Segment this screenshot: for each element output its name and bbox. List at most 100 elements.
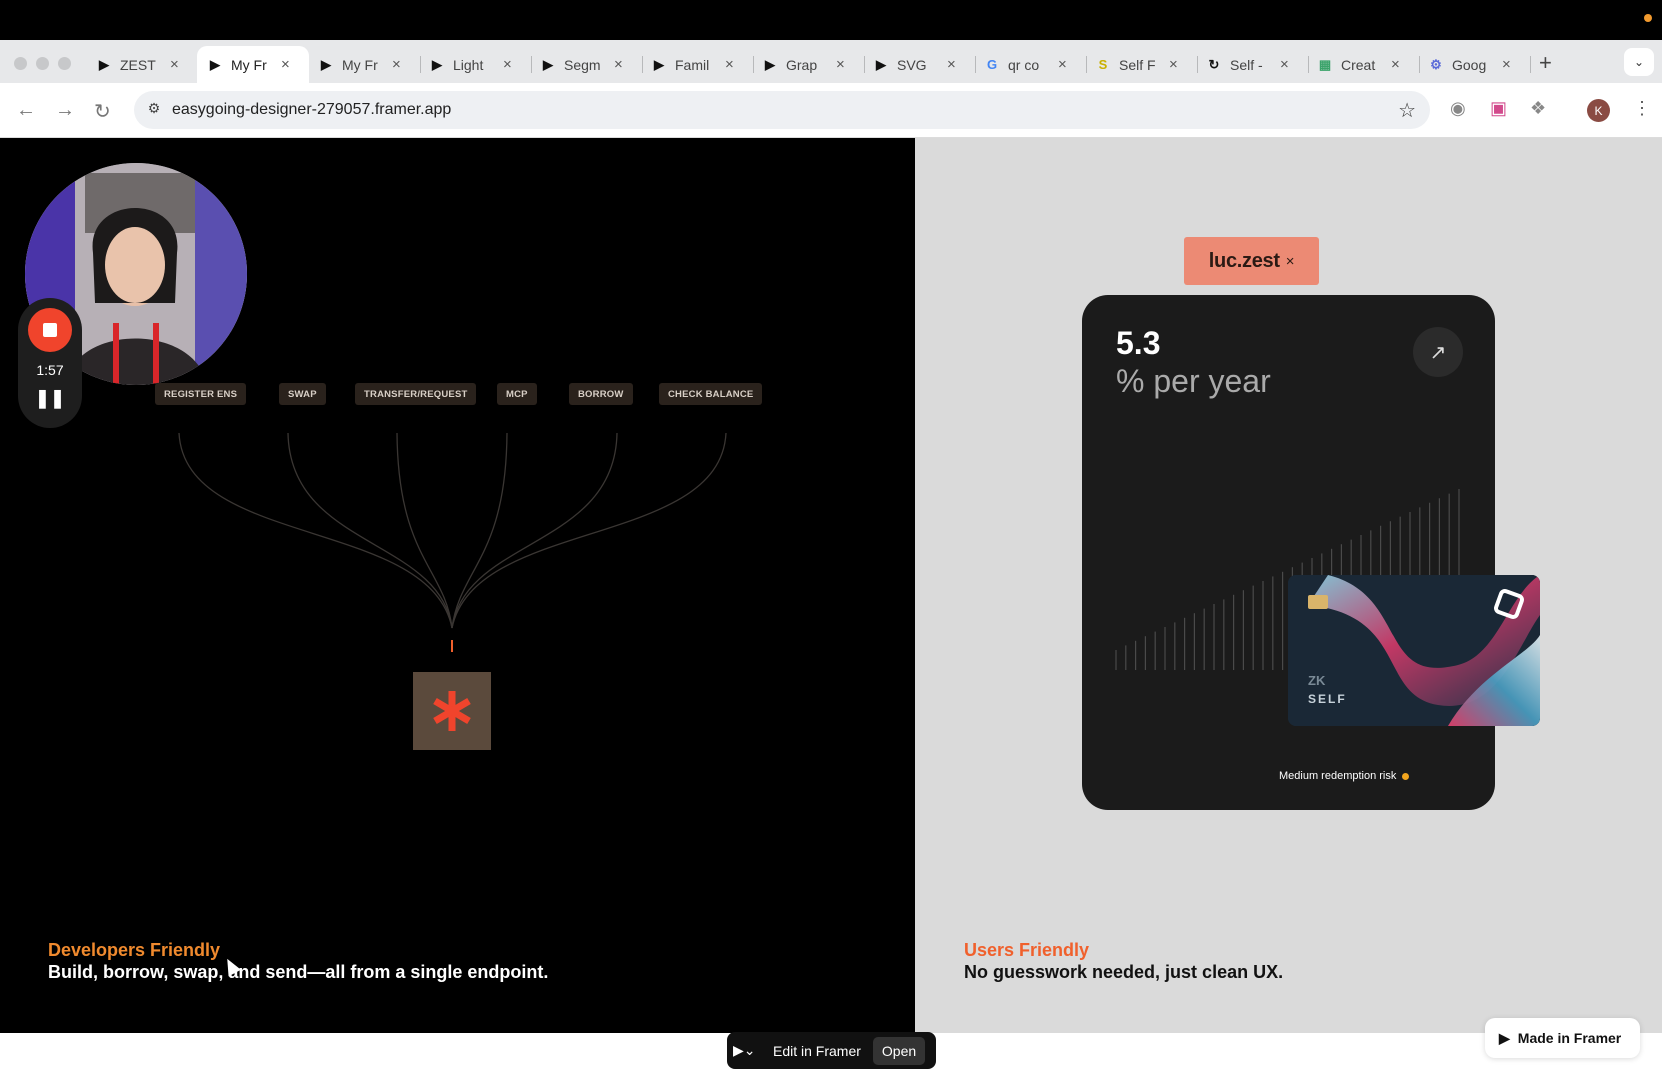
back-button[interactable]: ← [16,99,36,122]
close-tab-icon[interactable]: × [503,56,512,73]
address-bar[interactable]: ⚙ easygoing-designer-279057.framer.app ☆ [134,91,1430,129]
extensions-puzzle-icon[interactable]: ❖ [1530,98,1546,119]
framer-icon: ▶ [654,56,664,72]
close-tab-icon[interactable]: × [725,56,734,73]
browser-tab[interactable]: ▶ Light × [419,46,532,83]
tab-label: Goog [1452,56,1487,73]
users-panel: luc.zest × 5.3 % per year ↗ Medium redem… [915,138,1662,1033]
framer-icon: ▶ [321,56,331,72]
tab-search-button[interactable]: ⌄ [1624,48,1654,76]
action-pill-register-ens[interactable]: REGISTER ENS [155,383,247,405]
close-tab-icon[interactable]: × [614,56,623,73]
browser-tab[interactable]: S Self F × [1085,46,1198,83]
browser-tab[interactable]: ▶ SVG × [863,46,976,83]
close-tab-icon[interactable]: × [1502,56,1511,73]
bookmark-star-icon[interactable]: ☆ [1398,98,1416,123]
recording-controls: 1:57 ❚❚ [18,298,82,428]
action-pill-borrow[interactable]: BORROW [569,383,633,405]
self-yellow-icon: S [1098,57,1108,72]
site-info-icon[interactable]: ⚙ [144,100,164,120]
browser-menu-icon[interactable]: ⋮ [1633,98,1651,119]
close-tab-icon[interactable]: × [1391,56,1400,73]
connector-swap [287,432,453,629]
ens-name-tag[interactable]: luc.zest × [1184,237,1319,285]
browser-tab[interactable]: ▶ Segm × [530,46,643,83]
minimize-window-button[interactable] [36,57,49,70]
zest-asterisk-logo [413,672,491,750]
close-tab-icon[interactable]: × [170,56,179,73]
browser-tab[interactable]: ↻ Self - × [1196,46,1309,83]
action-pill-check-balance[interactable]: CHECK BALANCE [659,383,763,405]
close-tab-icon[interactable]: × [836,56,845,73]
framer-logo-icon: ▶ [1499,1029,1510,1046]
action-pill-swap[interactable]: SWAP [279,383,326,405]
camera-icon[interactable]: ◉ [1450,98,1466,119]
browser-tab[interactable]: ▶ Famil × [641,46,754,83]
tab-label: SVG [897,56,927,73]
tag-close-icon[interactable]: × [1286,253,1295,270]
developers-caption-body: Build, borrow, swap, and send—all from a… [48,962,549,982]
close-window-button[interactable] [14,57,27,70]
risk-status-dot [1402,772,1410,780]
reload-button[interactable]: ↻ [94,99,111,124]
connector-mcp [451,432,508,629]
tab-label: Self - [1230,56,1263,73]
close-tab-icon[interactable]: × [1169,56,1178,73]
action-pill-mcp[interactable]: MCP [497,383,537,405]
tab-label: Light [453,56,484,73]
browser-toolbar: ← → ↻ ⚙ easygoing-designer-279057.framer… [0,83,1662,138]
framer-icon: ▶ [432,56,442,72]
close-tab-icon[interactable]: × [1058,56,1067,73]
made-in-framer-label: Made in Framer [1517,1030,1622,1046]
profile-avatar[interactable]: K [1587,99,1610,122]
self-icon: ↻ [1208,56,1220,72]
gear-icon: ⚙ [1430,56,1442,72]
users-caption-title: Users Friendly [964,940,1090,960]
new-tab-button[interactable]: + [1539,50,1552,76]
tab-label: Famil [675,56,710,73]
redemption-risk-label: Medium redemption risk [1279,770,1410,782]
figma-extension-icon[interactable]: ▣ [1490,98,1507,119]
maximize-window-button[interactable] [58,57,71,70]
tab-label: My Fr [231,56,267,73]
close-tab-icon[interactable]: × [281,56,290,73]
tab-label: Grap [786,56,818,73]
window-controls[interactable] [14,57,71,70]
framer-icon: ▶ [210,56,220,72]
qr-icon: ▦ [1318,56,1332,72]
browser-tab[interactable]: ⚙ Goog × [1418,46,1531,83]
framer-logo-icon[interactable]: ▶⌄ [733,1042,765,1059]
close-tab-icon[interactable]: × [947,56,956,73]
browser-tab[interactable]: ▦ Creat × [1307,46,1420,83]
developers-caption-title: Developers Friendly [48,940,221,960]
open-button[interactable]: Open [872,1036,926,1065]
connector-check-balance [451,432,727,629]
tab-label: qr co [1008,56,1040,73]
framer-icon: ▶ [765,56,775,72]
browser-tab[interactable]: ▶ Grap × [752,46,865,83]
tab-label: ZEST [120,56,156,73]
url-text: easygoing-designer-279057.framer.app [172,101,452,118]
browser-tab[interactable]: ▶ My Fr × [197,46,309,83]
close-tab-icon[interactable]: × [392,56,401,73]
close-tab-icon[interactable]: × [1280,56,1289,73]
forward-button[interactable]: → [55,99,75,122]
action-pill-transfer-request[interactable]: TRANSFER/REQUEST [355,383,477,405]
made-in-framer-badge[interactable]: ▶ Made in Framer [1485,1018,1640,1058]
tab-label: Self F [1119,56,1155,73]
card-brand-text: SELF [1308,692,1347,706]
arrow-up-right-icon[interactable]: ↗ [1413,327,1463,377]
browser-tab[interactable]: ▶ ZEST × [86,46,199,83]
browser-tab[interactable]: ▶ My Fr × [308,46,421,83]
self-card: ZK SELF [1288,575,1540,726]
yield-rate-value: 5.3 [1116,325,1161,361]
framer-edit-bar: ▶⌄ Edit in Framer Open [727,1032,936,1069]
browser-tab[interactable]: Gqr co × [974,46,1087,83]
recording-timer: 1:57 [36,362,64,378]
edit-in-framer-button[interactable]: Edit in Framer [773,1043,861,1059]
yield-card: 5.3 % per year ↗ Medium redemption risk [1082,295,1495,810]
yield-rate-unit: % per year [1116,363,1271,399]
asterisk-icon [433,691,471,731]
pause-recording-button[interactable]: ❚❚ [18,388,82,409]
stop-recording-button[interactable] [28,308,72,352]
